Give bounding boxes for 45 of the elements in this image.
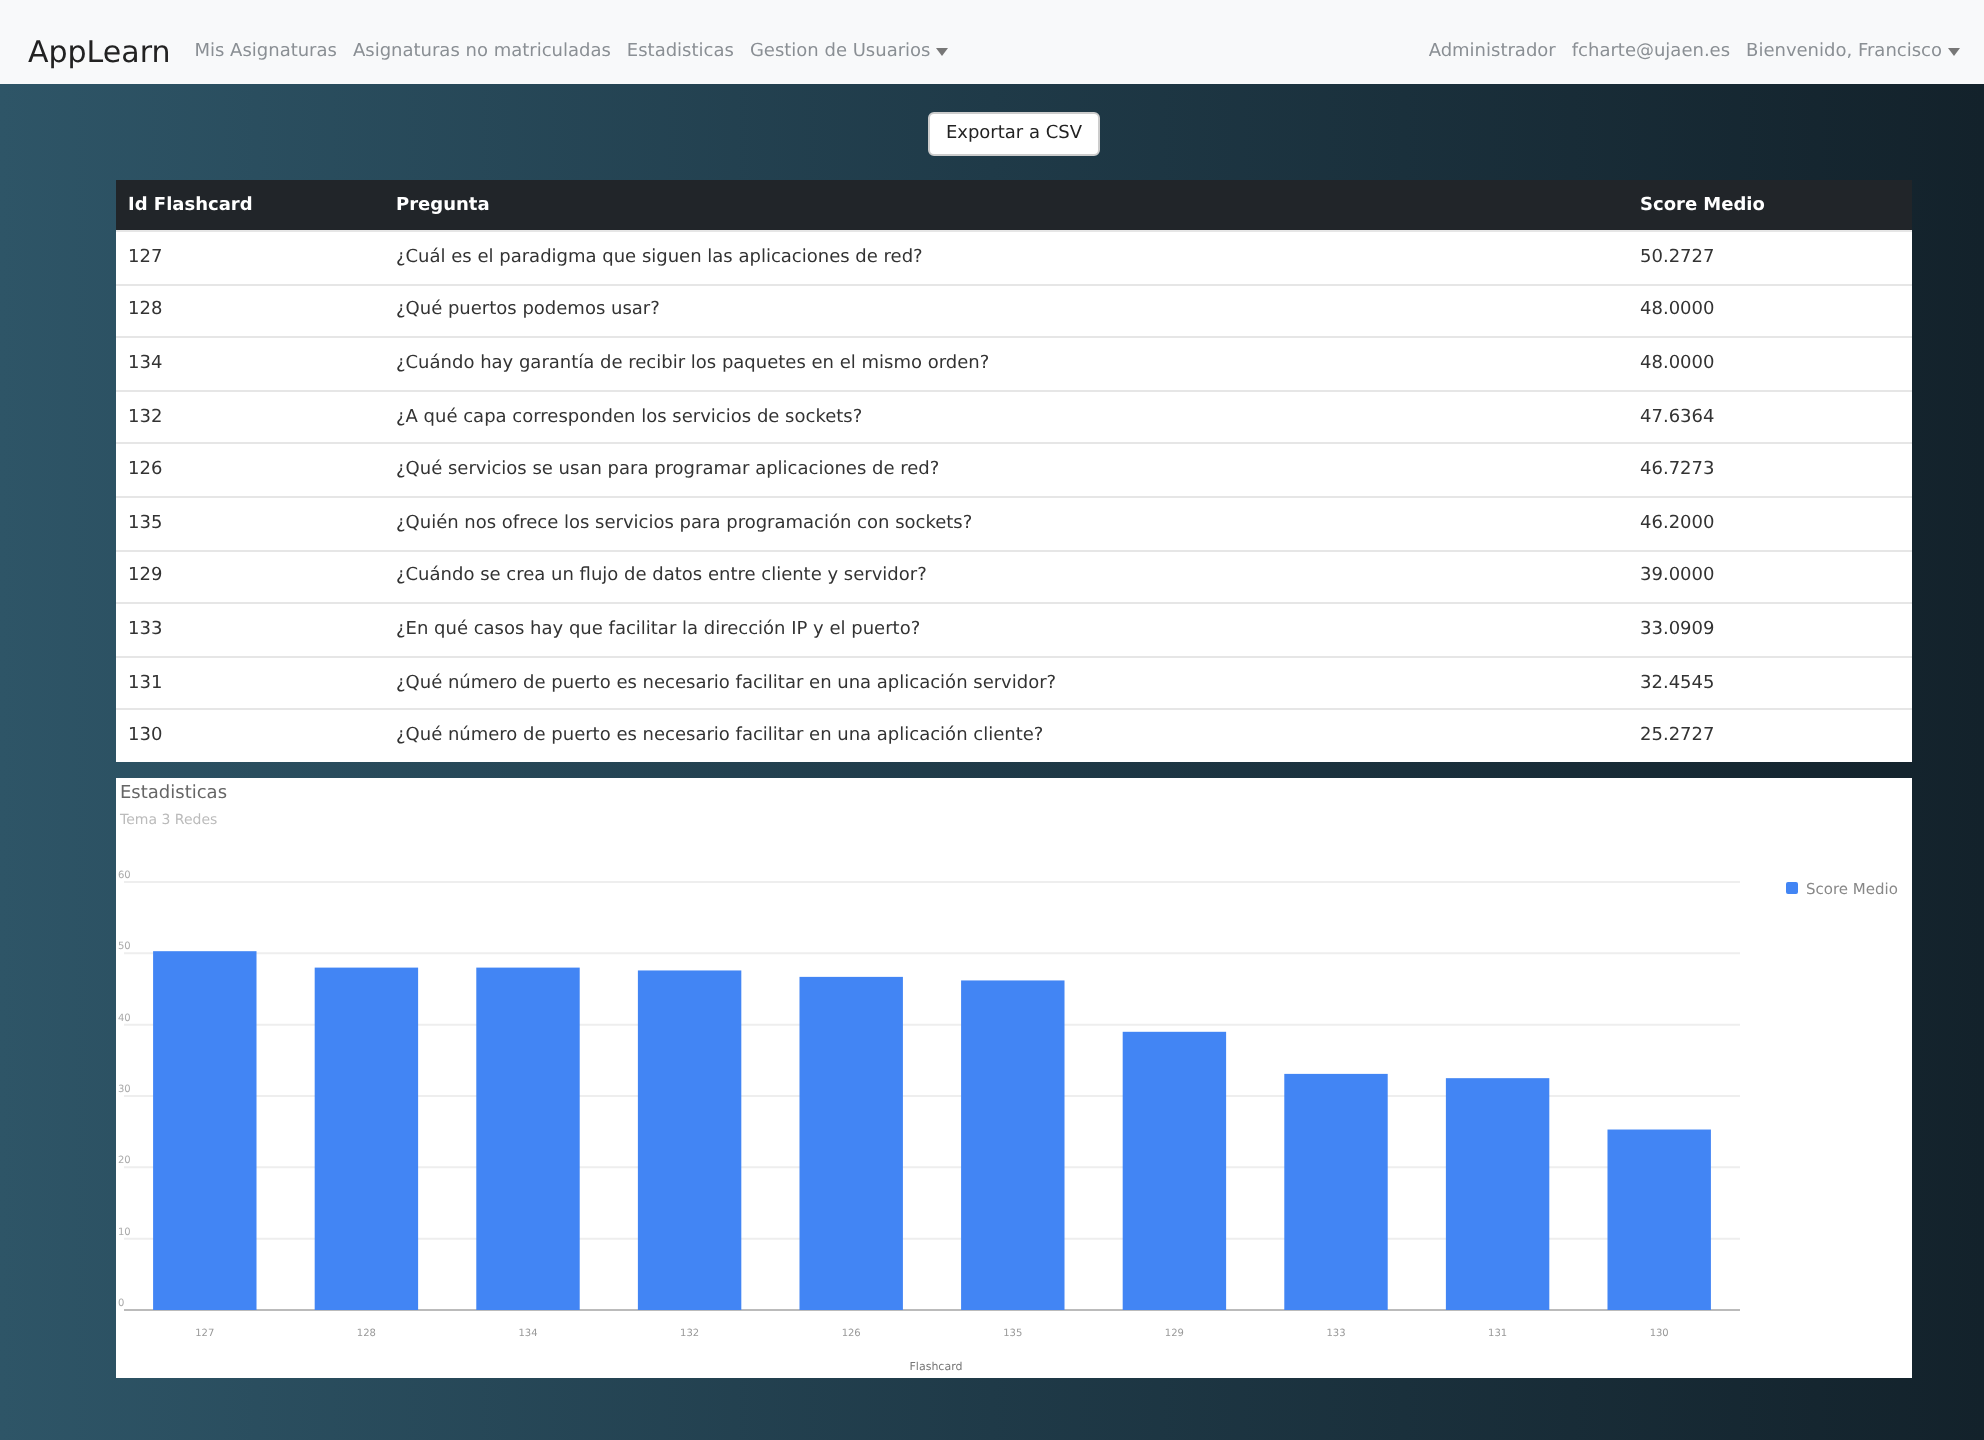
table-cell: 130: [116, 709, 384, 763]
caret-icon: [1948, 48, 1960, 56]
table-cell: 50.2727: [1628, 231, 1912, 285]
table-cell: 135: [116, 496, 384, 551]
table-cell: 32.4545: [1628, 656, 1912, 710]
table-cell: ¿Cuándo hay garantía de recibir los paquetes en el mismo orden?: [384, 337, 1628, 391]
table-cell: ¿Cuál es el paradigma que siguen las aplicaciones de red?: [384, 231, 1628, 285]
table-cell: 129: [116, 550, 384, 604]
nav-link[interactable]: Estadisticas: [626, 42, 734, 62]
column-header: Score Medio: [1628, 180, 1912, 231]
table-cell: 126: [116, 443, 384, 497]
brand-logo[interactable]: AppLearn: [28, 34, 171, 70]
table-cell: 47.6364: [1628, 390, 1912, 444]
table-cell: 131: [116, 656, 384, 710]
chart-title: Estadisticas: [120, 784, 228, 805]
nav-link[interactable]: Asignaturas no matriculadas: [352, 42, 611, 62]
export-button[interactable]: Exportar a CSV: [927, 112, 1101, 156]
table-cell: ¿Qué número de puerto es necesario facilitar en una aplicación servidor?: [384, 656, 1628, 710]
table-cell: 25.2727: [1628, 709, 1912, 763]
nav-link[interactable]: fcharte@ujaen.es: [1571, 42, 1731, 62]
table-cell: 33.0909: [1628, 603, 1912, 657]
table-cell: 39.0000: [1628, 550, 1912, 604]
table-cell: ¿Quién nos ofrece los servicios para programación con sockets?: [384, 496, 1628, 551]
column-header: Pregunta: [384, 180, 1628, 231]
table-cell: 48.0000: [1628, 284, 1912, 338]
table-cell: 127: [116, 231, 384, 285]
table-cell: 128: [116, 284, 384, 338]
table-cell: 46.7273: [1628, 443, 1912, 497]
nav-link[interactable]: Bienvenido, Francisco: [1746, 42, 1960, 62]
column-header: Id Flashcard: [116, 180, 384, 231]
table-cell: ¿Qué número de puerto es necesario facilitar en una aplicación cliente?: [384, 709, 1628, 763]
nav-link[interactable]: Gestion de Usuarios: [749, 42, 949, 62]
table-cell: ¿A qué capa corresponden los servicios de sockets?: [384, 390, 1628, 444]
table-cell: 48.0000: [1628, 337, 1912, 391]
table-cell: 133: [116, 603, 384, 657]
table-cell: 132: [116, 390, 384, 444]
table-cell: ¿Qué servicios se usan para programar aplicaciones de red?: [384, 443, 1628, 497]
nav-link[interactable]: Mis Asignaturas: [194, 42, 337, 62]
table-cell: ¿Qué puertos podemos usar?: [384, 284, 1628, 338]
table-cell: 46.2000: [1628, 496, 1912, 551]
table-cell: 134: [116, 337, 384, 391]
nav-link[interactable]: Administrador: [1428, 42, 1556, 62]
table-cell: ¿En qué casos hay que facilitar la dirección IP y el puerto?: [384, 603, 1628, 657]
table-cell: ¿Cuándo se crea un flujo de datos entre cliente y servidor?: [384, 550, 1628, 604]
caret-icon: [936, 48, 949, 56]
